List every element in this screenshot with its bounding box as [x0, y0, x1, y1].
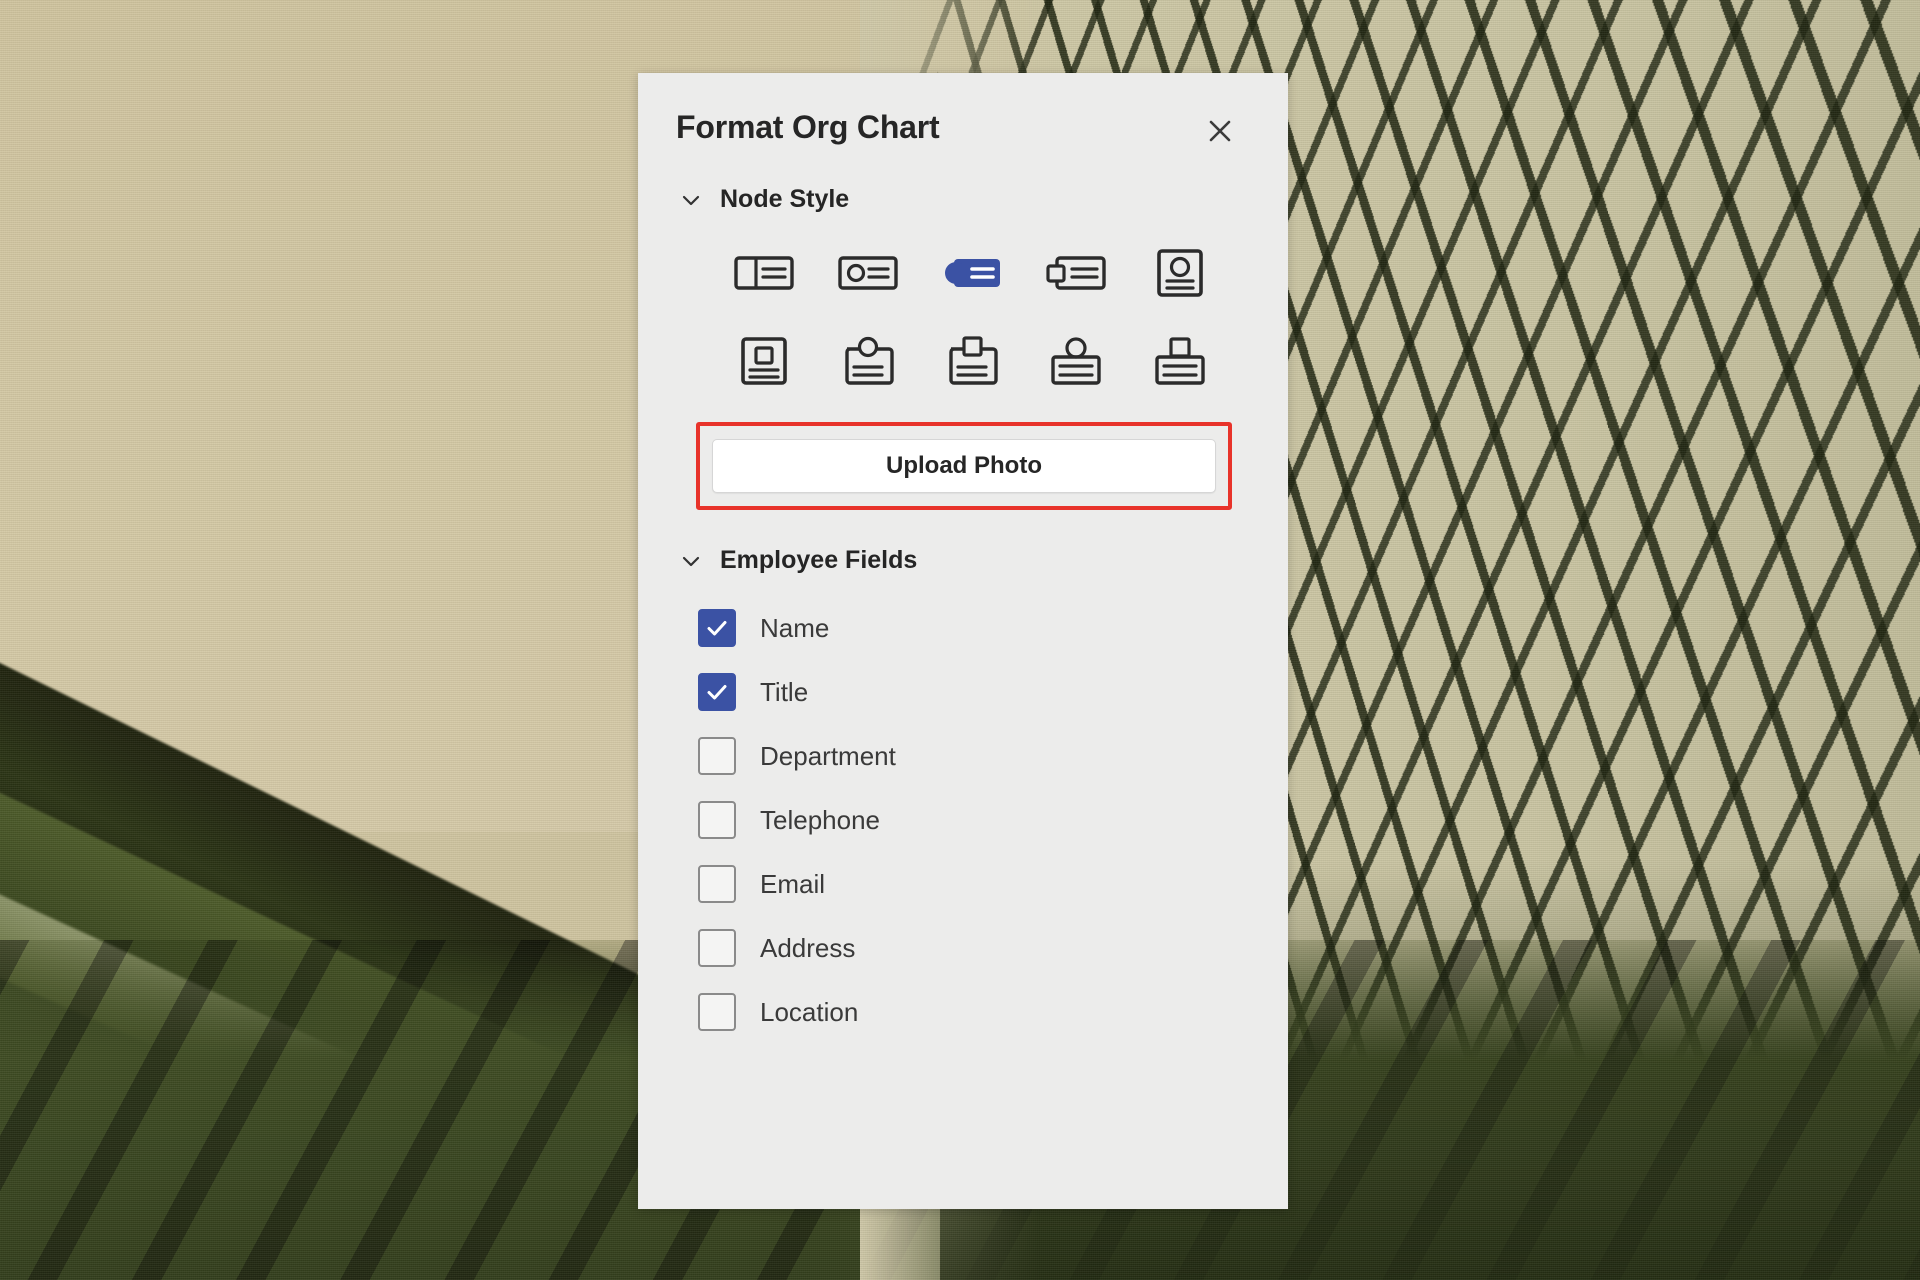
section-header-node-style[interactable]: Node Style [638, 185, 1288, 214]
checkbox-location[interactable] [698, 993, 736, 1031]
field-label-department: Department [760, 740, 896, 771]
list-item[interactable]: Address [698, 923, 1288, 973]
employee-fields-list: Name Title Department Telephone Email Ad… [638, 603, 1288, 1037]
upload-photo-section: Upload Photo [638, 422, 1288, 510]
list-item[interactable]: Email [698, 859, 1288, 909]
field-label-email: Email [760, 868, 826, 899]
node-style-option-card-filled-selected[interactable] [930, 240, 1014, 306]
chevron-down-icon [678, 548, 704, 574]
list-item[interactable]: Title [698, 667, 1288, 717]
section-header-employee-fields[interactable]: Employee Fields [638, 546, 1288, 575]
list-item[interactable]: Department [698, 731, 1288, 781]
upload-photo-highlight-annotation: Upload Photo [696, 422, 1232, 510]
checkbox-address[interactable] [698, 929, 736, 967]
checkbox-email[interactable] [698, 865, 736, 903]
field-label-name: Name [760, 612, 830, 643]
checkbox-department[interactable] [698, 737, 736, 775]
node-style-option-square-above-card[interactable] [1138, 328, 1222, 394]
pane-header: Format Org Chart [638, 73, 1288, 151]
field-label-telephone: Telephone [760, 804, 880, 835]
checkbox-title[interactable] [698, 673, 736, 711]
field-label-title: Title [760, 676, 809, 707]
page-title: Format Org Chart [676, 109, 940, 145]
list-item[interactable]: Name [698, 603, 1288, 653]
field-label-address: Address [760, 932, 856, 963]
section-title-node-style: Node Style [720, 185, 850, 213]
format-org-chart-pane: Format Org Chart Node Style Upload Photo… [638, 73, 1288, 1209]
list-item[interactable]: Location [698, 987, 1288, 1037]
node-style-option-card-circle-left[interactable] [826, 240, 910, 306]
list-item[interactable]: Telephone [698, 795, 1288, 845]
chevron-down-icon [678, 187, 704, 213]
node-style-option-portrait-square-inset[interactable] [722, 328, 806, 394]
upload-photo-button[interactable]: Upload Photo [712, 439, 1216, 493]
node-style-option-portrait-circle-top[interactable] [1138, 240, 1222, 306]
checkbox-telephone[interactable] [698, 801, 736, 839]
node-style-option-badge-square-overlap[interactable] [930, 328, 1014, 394]
node-style-option-badge-circle-overlap[interactable] [826, 328, 910, 394]
node-style-option-circle-above-card[interactable] [1034, 328, 1118, 394]
node-style-option-card-badge-left[interactable] [1034, 240, 1118, 306]
field-label-location: Location [760, 996, 859, 1027]
node-style-grid [638, 240, 1288, 394]
section-title-employee-fields: Employee Fields [720, 546, 918, 574]
close-icon[interactable] [1200, 111, 1240, 151]
checkbox-name[interactable] [698, 609, 736, 647]
node-style-option-card-split[interactable] [722, 240, 806, 306]
